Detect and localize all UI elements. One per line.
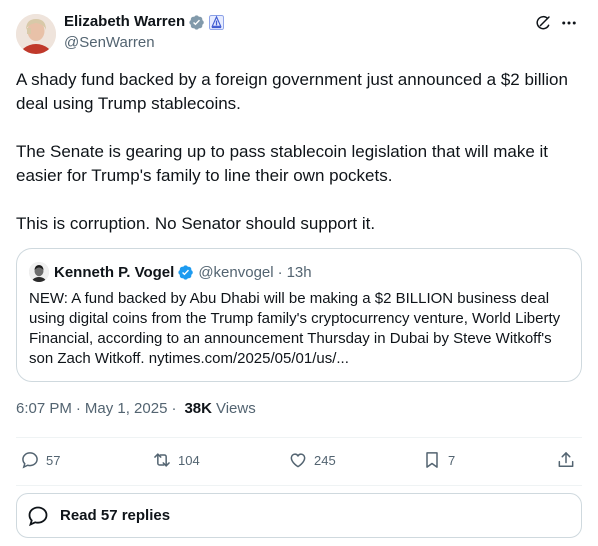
bookmark-icon bbox=[426, 452, 438, 468]
reply-icon bbox=[28, 506, 48, 526]
share-button[interactable] bbox=[556, 450, 576, 470]
repost-icon bbox=[154, 453, 170, 467]
author-handle[interactable]: @SenWarren bbox=[64, 33, 224, 53]
quoted-author-name: Kenneth P. Vogel bbox=[54, 263, 175, 281]
views-label: Views bbox=[215, 400, 256, 417]
quoted-tweet-header: Kenneth P. Vogel @kenvogel · 13h bbox=[29, 261, 569, 283]
reply-count: 57 bbox=[46, 452, 61, 468]
tweet-meta: 6:07 PM · May 1, 2025 · 38K Views bbox=[16, 398, 256, 420]
tweet-date[interactable]: May 1, 2025 bbox=[85, 398, 168, 420]
verified-badge-icon[interactable] bbox=[188, 14, 205, 31]
read-replies-button[interactable]: Read 57 replies bbox=[16, 493, 582, 538]
author-info: Elizabeth Warren @SenWarren bbox=[64, 12, 225, 53]
quoted-verified-icon bbox=[177, 264, 194, 281]
repost-count: 104 bbox=[178, 452, 200, 468]
quoted-author-avatar bbox=[29, 262, 49, 282]
grok-icon[interactable] bbox=[530, 12, 556, 34]
tweet-header: Elizabeth Warren @SenWarren bbox=[16, 12, 582, 56]
quoted-author-handle: @kenvogel bbox=[198, 263, 274, 281]
tweet-paragraph: A shady fund backed by a foreign governm… bbox=[16, 70, 568, 113]
separator-dot: · bbox=[171, 400, 177, 417]
share-icon bbox=[558, 452, 574, 467]
government-affiliation-icon[interactable] bbox=[209, 14, 225, 30]
repost-button[interactable]: 104 bbox=[152, 450, 200, 470]
quoted-tweet-text: NEW: A fund backed by Abu Dhabi will be … bbox=[29, 290, 561, 367]
author-name[interactable]: Elizabeth Warren bbox=[64, 12, 185, 32]
separator-dot: · bbox=[277, 263, 283, 281]
divider bbox=[16, 485, 582, 486]
tweet-text: A shady fund backed by a foreign governm… bbox=[16, 68, 582, 236]
action-bar: 57 104 245 7 bbox=[16, 438, 582, 486]
bookmark-count: 7 bbox=[448, 452, 456, 468]
quoted-tweet-time: 13h bbox=[286, 263, 312, 281]
author-avatar[interactable] bbox=[16, 14, 56, 54]
quoted-tweet[interactable]: Kenneth P. Vogel @kenvogel · 13h NEW: A … bbox=[16, 248, 582, 382]
views-count[interactable]: 38K bbox=[184, 398, 212, 420]
reply-button[interactable]: 57 bbox=[20, 450, 60, 470]
read-replies-label: Read 57 replies bbox=[60, 507, 171, 524]
like-count: 245 bbox=[314, 452, 336, 468]
heart-icon bbox=[290, 453, 306, 468]
tweet-paragraph: The Senate is gearing up to pass stablec… bbox=[16, 142, 549, 185]
bookmark-button[interactable]: 7 bbox=[422, 450, 455, 470]
separator-dot: · bbox=[75, 400, 81, 417]
reply-icon bbox=[22, 452, 38, 469]
tweet-time[interactable]: 6:07 PM bbox=[16, 398, 72, 420]
header-actions bbox=[530, 12, 582, 34]
tweet-paragraph: This is corruption. No Senator should su… bbox=[16, 214, 376, 233]
more-options-icon[interactable] bbox=[556, 12, 582, 34]
like-button[interactable]: 245 bbox=[288, 450, 336, 470]
